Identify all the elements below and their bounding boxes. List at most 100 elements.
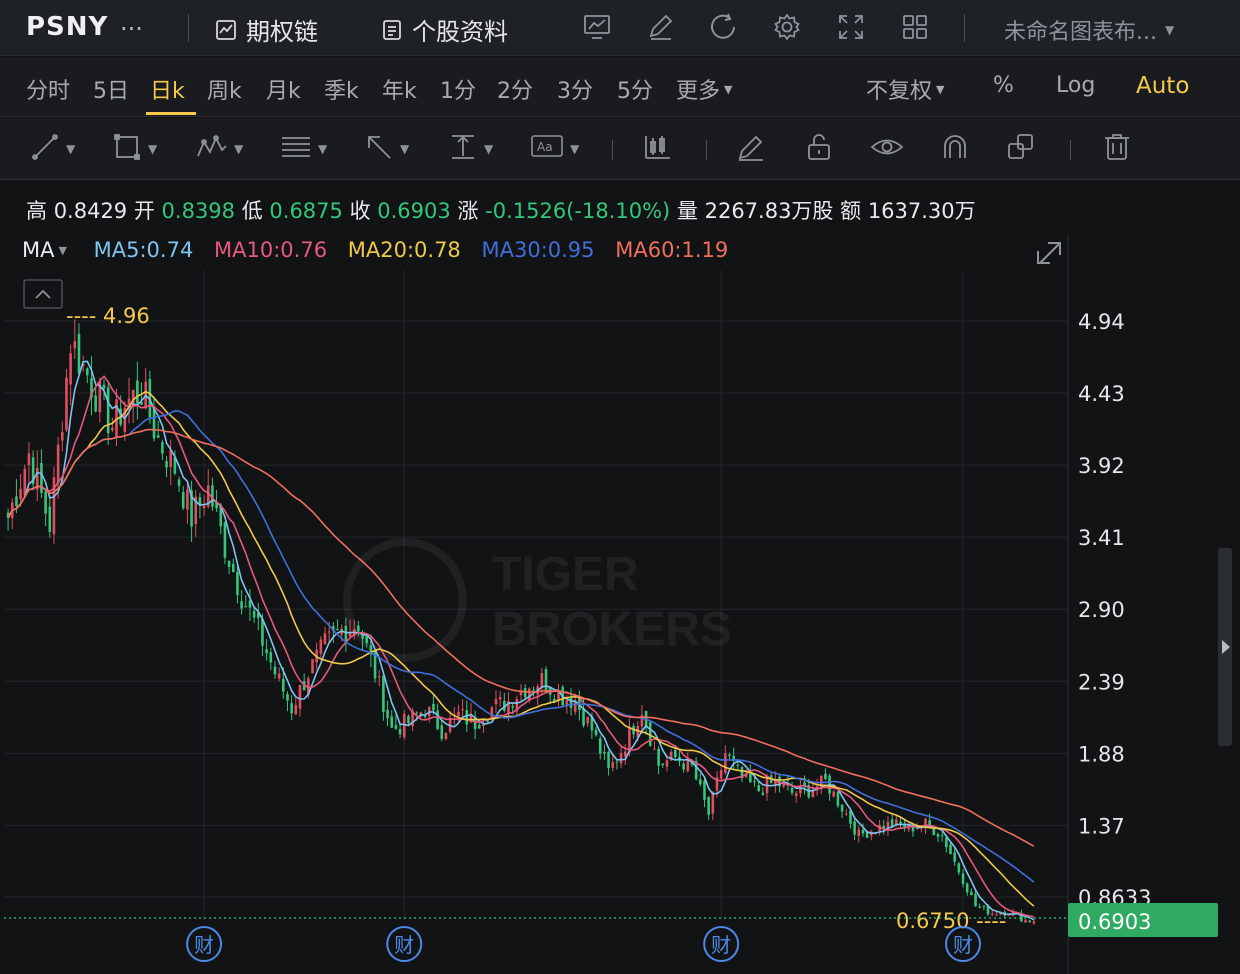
candle-body xyxy=(699,779,702,785)
candle-body xyxy=(711,791,715,814)
candle-body xyxy=(582,708,585,726)
candle xyxy=(978,903,981,909)
earnings-marker-label: 财 xyxy=(194,933,214,957)
y-tick-label: 1.88 xyxy=(1078,742,1125,766)
candle xyxy=(686,752,690,773)
candle-body xyxy=(111,427,114,431)
candle-body xyxy=(1028,920,1032,923)
open-value: 0.8398 xyxy=(161,199,236,223)
ma10-value: MA10:0.76 xyxy=(214,238,328,262)
candle xyxy=(144,367,147,410)
candle xyxy=(90,356,93,416)
candle xyxy=(398,724,402,738)
candle xyxy=(332,622,335,643)
candle xyxy=(711,791,715,820)
candle-body xyxy=(911,826,915,832)
candle-body xyxy=(594,729,598,736)
candle-body xyxy=(953,852,956,862)
candle-body xyxy=(165,461,168,468)
candle xyxy=(277,667,281,682)
candle-body xyxy=(853,821,856,835)
candle xyxy=(240,589,243,615)
candle xyxy=(682,761,685,773)
high-marker: ---- 4.96 xyxy=(66,304,150,328)
candle xyxy=(444,732,448,741)
candle-body xyxy=(336,628,339,631)
candle xyxy=(961,868,965,888)
candle xyxy=(44,489,47,527)
y-tick-label: 4.43 xyxy=(1078,382,1125,406)
candle xyxy=(286,691,289,712)
candle-body xyxy=(181,492,185,509)
candle-body xyxy=(398,729,402,735)
candle-body xyxy=(457,711,460,716)
candle-body xyxy=(277,673,281,679)
candle-body xyxy=(390,716,394,728)
candle-body xyxy=(915,828,919,830)
candle-body xyxy=(69,353,72,385)
volume-label: 量 xyxy=(676,199,698,223)
low-value: 0.6875 xyxy=(269,199,343,223)
candle xyxy=(86,367,89,384)
candle-body xyxy=(965,883,969,893)
candle xyxy=(386,700,389,727)
chevron-down-icon: ▼ xyxy=(58,243,67,257)
candle-body xyxy=(619,753,623,764)
candle-body xyxy=(511,705,514,708)
candlestick-chart[interactable]: TIGER BROKERS 4.94 4.43 3.92 3.41 2.90 2.39 1.… xyxy=(0,0,1240,974)
candle xyxy=(65,368,68,433)
low-label: 低 xyxy=(241,199,263,223)
candle-body xyxy=(252,610,256,618)
low-marker: 0.6750 ---- xyxy=(896,909,1006,933)
candle-body xyxy=(1024,919,1027,923)
candle-body xyxy=(382,675,385,713)
candle-body xyxy=(1032,921,1036,924)
candle-body xyxy=(269,652,273,663)
earnings-marker-label: 财 xyxy=(394,933,414,957)
candle-body xyxy=(244,606,248,608)
candle xyxy=(815,778,819,796)
candle-body xyxy=(832,791,836,797)
candle-body xyxy=(494,699,498,705)
candle xyxy=(824,768,827,781)
candle-body xyxy=(127,398,131,405)
candle-body xyxy=(736,764,740,766)
candle-body xyxy=(940,835,944,837)
candle xyxy=(31,450,35,491)
candle xyxy=(761,787,765,796)
ma30-value: MA30:0.95 xyxy=(481,238,595,262)
earnings-marker: 财 xyxy=(703,926,740,962)
y-axis: 4.944.433.923.412.902.391.881.370.8633 xyxy=(1078,310,1151,910)
open-label: 开 xyxy=(133,199,155,223)
y-tick-label: 3.41 xyxy=(1078,526,1125,550)
candle xyxy=(48,495,52,538)
candle xyxy=(869,829,873,841)
candle xyxy=(882,819,886,835)
ma60-value: MA60:1.19 xyxy=(615,238,729,262)
candle-body xyxy=(661,763,665,766)
candle xyxy=(732,747,735,770)
candle xyxy=(248,589,252,622)
candle-body xyxy=(682,763,685,770)
candle xyxy=(657,746,660,775)
y-tick-label: 1.37 xyxy=(1078,814,1125,838)
ma-indicator-dropdown[interactable]: MA ▼ xyxy=(22,238,67,262)
candle-body xyxy=(961,873,965,885)
candle xyxy=(269,647,273,671)
candle-body xyxy=(753,781,756,783)
candle xyxy=(377,669,381,687)
candle-body xyxy=(386,709,389,719)
candle-body xyxy=(523,688,527,698)
candle-body xyxy=(377,676,381,678)
candle xyxy=(98,377,102,423)
candle xyxy=(69,344,72,405)
earnings-marker: 财 xyxy=(945,926,982,962)
candle-body xyxy=(86,368,89,376)
close-value: 0.6903 xyxy=(377,199,451,223)
collapse-legend-button xyxy=(23,279,63,309)
candle xyxy=(186,483,189,525)
candle xyxy=(136,361,139,420)
ma20-value: MA20:0.78 xyxy=(347,238,461,262)
candle xyxy=(619,746,623,769)
earnings-marker: 财 xyxy=(386,926,423,962)
